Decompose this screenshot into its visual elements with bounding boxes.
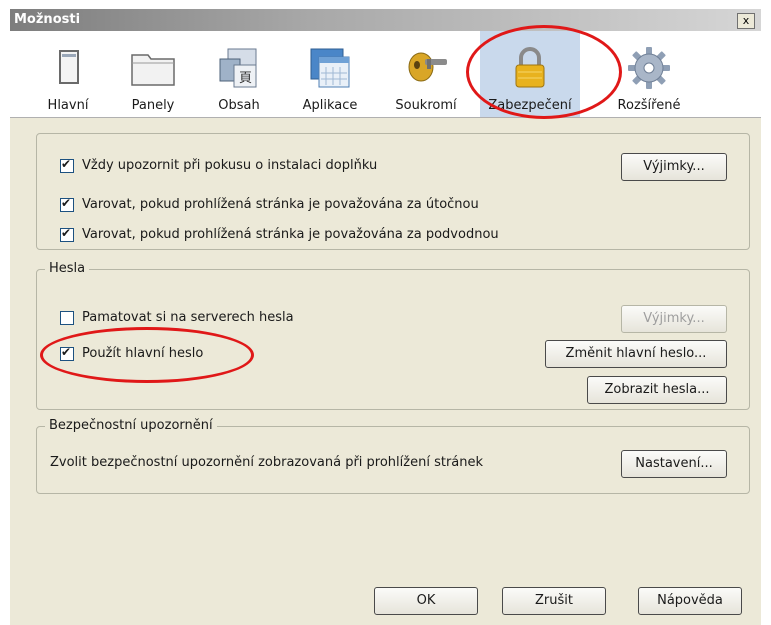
remember-passwords-checkbox[interactable] [60, 310, 74, 325]
ok-button[interactable]: OK [374, 587, 478, 615]
warn-addons-label: Vždy upozornit při pokusu o instalaci do… [82, 158, 378, 173]
warn-forgery-row[interactable]: Varovat, pokud prohlížená stránka je pov… [60, 226, 499, 242]
content-icon: 頁 [219, 48, 257, 88]
window-title: Možnosti [14, 12, 81, 27]
tab-content[interactable]: 頁 Obsah [204, 31, 274, 117]
warn-forgery-checkbox[interactable] [60, 226, 74, 242]
tab-privacy-label: Soukromí [395, 98, 457, 113]
warn-forgery-label: Varovat, pokud prohlížená stránka je pov… [82, 227, 499, 242]
remember-passwords-row[interactable]: Pamatovat si na serverech hesla [60, 310, 294, 325]
tab-tabs-label: Panely [131, 98, 175, 113]
security-warnings-legend: Bezpečnostní upozornění [45, 418, 217, 433]
main-window-icon [59, 50, 79, 84]
tab-applications-label: Aplikace [302, 98, 358, 113]
warn-addons-row[interactable]: Vždy upozornit při pokusu o instalaci do… [60, 157, 378, 173]
title-bar: Možnosti x [10, 9, 761, 31]
highlight-ellipse-security [466, 25, 622, 119]
privacy-mask-icon [408, 52, 447, 82]
general-security-group: Vždy upozornit při pokusu o instalaci do… [36, 133, 750, 250]
svg-text:頁: 頁 [239, 71, 252, 86]
tab-content-label: Obsah [218, 98, 260, 113]
warn-attack-label: Varovat, pokud prohlížená stránka je pov… [82, 197, 479, 212]
change-master-password-button[interactable]: Změnit hlavní heslo... [545, 340, 727, 368]
close-button[interactable]: x [737, 13, 755, 29]
remember-passwords-label: Pamatovat si na serverech hesla [82, 310, 294, 325]
applications-icon [310, 48, 350, 88]
warning-settings-button[interactable]: Nastavení... [621, 450, 727, 478]
cancel-button[interactable]: Zrušit [502, 587, 606, 615]
options-dialog: Možnosti x Hlavní Panely 頁 Obsah Aplikac… [10, 9, 761, 625]
warn-addons-checkbox[interactable] [60, 157, 74, 173]
show-passwords-button[interactable]: Zobrazit hesla... [587, 376, 727, 404]
security-warnings-description: Zvolit bezpečnostní upozornění zobrazova… [50, 455, 484, 470]
passwords-legend: Hesla [45, 261, 90, 276]
tab-main[interactable]: Hlavní [38, 31, 98, 117]
tab-main-label: Hlavní [47, 98, 89, 113]
warn-attack-checkbox[interactable] [60, 196, 74, 212]
tab-tabs[interactable]: Panely [118, 31, 188, 117]
tab-applications[interactable]: Aplikace [292, 31, 368, 117]
addon-exceptions-button[interactable]: Výjimky... [621, 153, 727, 181]
password-exceptions-button[interactable]: Výjimky... [621, 305, 727, 333]
tab-privacy[interactable]: Soukromí [388, 31, 464, 117]
tabs-folder-icon [131, 54, 175, 86]
security-warnings-group: Bezpečnostní upozornění Zvolit bezpečnos… [36, 418, 750, 494]
category-toolbar: Hlavní Panely 頁 Obsah Aplikace Soukromí … [10, 31, 761, 118]
warn-attack-row[interactable]: Varovat, pokud prohlížená stránka je pov… [60, 196, 479, 212]
tab-advanced-label: Rozšířené [617, 98, 681, 113]
help-button[interactable]: Nápověda [638, 587, 742, 615]
gear-icon [628, 47, 670, 89]
highlight-ellipse-master-password [40, 327, 254, 383]
